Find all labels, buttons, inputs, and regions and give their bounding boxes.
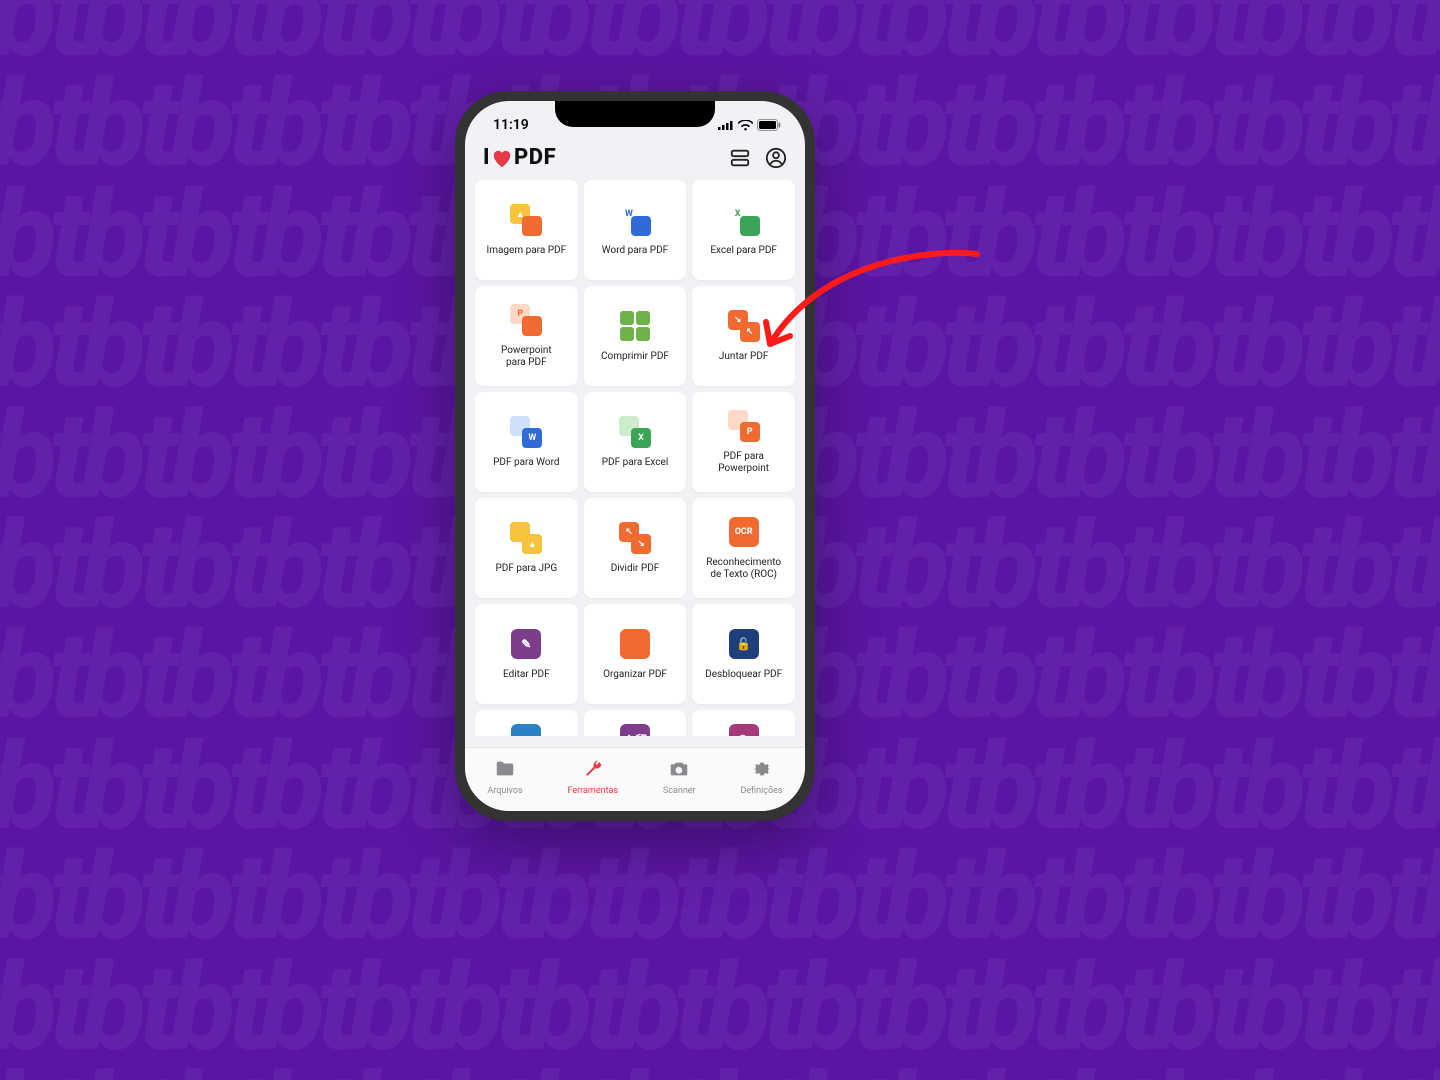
tile-label: Organizar PDF xyxy=(603,669,667,681)
status-time: 11:19 xyxy=(493,117,529,133)
ppt-to-pdf-icon: P xyxy=(509,303,543,337)
tile-label: PDF para Excel xyxy=(602,457,669,469)
tab-ferramentas[interactable]: Ferramentas xyxy=(567,758,618,796)
tab-label: Arquivos xyxy=(487,786,522,796)
tool-tile-pdf-to-word[interactable]: W PDF para Word xyxy=(475,392,578,492)
tile-label: Editar PDF xyxy=(503,669,550,681)
tab-bar: Arquivos Ferramentas Scanner Definições xyxy=(465,747,805,811)
wifi-icon xyxy=(738,120,753,131)
edit-pdf-icon: ✎ xyxy=(509,627,543,661)
profile-icon[interactable] xyxy=(765,147,787,169)
pdf-to-ppt-icon: P xyxy=(727,409,761,443)
tool-tile-ocr[interactable]: OCR Reconhecimento de Texto (ROC) xyxy=(692,498,795,598)
tool-tile-compress-pdf[interactable]: Comprimir PDF xyxy=(584,286,687,386)
image-to-pdf-icon: ▲ xyxy=(509,203,543,237)
phone-notch xyxy=(555,101,715,127)
tab-scanner[interactable]: Scanner xyxy=(663,758,696,796)
tool-tile-ppt-to-pdf[interactable]: P Powerpoint para PDF xyxy=(475,286,578,386)
wrench-icon xyxy=(582,758,604,784)
tool-tile-unlock-pdf[interactable]: 🔓 Desbloquear PDF xyxy=(692,604,795,704)
tool-tile-organize-pdf[interactable]: Organizar PDF xyxy=(584,604,687,704)
tool-tile-split-pdf[interactable]: ↖↘ Dividir PDF xyxy=(584,498,687,598)
tile-label: Comprimir PDF xyxy=(601,351,669,363)
tile-label: Desbloquear PDF xyxy=(705,669,782,681)
watermark-pdf-icon: �印 xyxy=(618,724,652,736)
tile-label: Dividir PDF xyxy=(611,563,660,575)
rotate-pdf-icon: ⟳ xyxy=(727,724,761,736)
header-actions xyxy=(729,147,787,169)
tools-grid-wrap[interactable]: ▲ Imagem para PDFW Word para PDFX Excel … xyxy=(465,180,805,736)
word-to-pdf-icon: W xyxy=(618,203,652,237)
battery-icon xyxy=(757,119,781,131)
status-icons xyxy=(718,119,781,131)
tool-tile-excel-to-pdf[interactable]: X Excel para PDF xyxy=(692,180,795,280)
tool-tile-watermark-pdf[interactable]: �印 xyxy=(584,710,687,736)
tile-label: PDF para Powerpoint xyxy=(718,451,769,475)
excel-to-pdf-icon: X xyxy=(727,203,761,237)
tool-tile-image-to-pdf[interactable]: ▲ Imagem para PDF xyxy=(475,180,578,280)
tab-label: Definições xyxy=(740,786,782,796)
tile-label: Imagem para PDF xyxy=(486,245,566,257)
phone-frame: 11:19 I PDF ▲ Imagem para PDF W xyxy=(455,91,815,821)
pdf-to-word-icon: W xyxy=(509,415,543,449)
tile-label: Reconhecimento de Texto (ROC) xyxy=(706,557,781,581)
ocr-icon: OCR xyxy=(727,515,761,549)
split-pdf-icon: ↖↘ xyxy=(618,521,652,555)
brand-prefix: I xyxy=(483,145,490,170)
tab-arquivos[interactable]: Arquivos xyxy=(487,758,522,796)
merge-pdf-icon: ↘↖ xyxy=(727,309,761,343)
pdf-to-excel-icon: X xyxy=(618,415,652,449)
tool-tile-sign-pdf[interactable]: ✒ xyxy=(475,710,578,736)
pdf-to-jpg-icon: ▲ xyxy=(509,521,543,555)
gear-icon xyxy=(751,758,773,784)
view-toggle-icon[interactable] xyxy=(729,147,751,169)
camera-icon xyxy=(668,758,690,784)
sign-pdf-icon: ✒ xyxy=(509,724,543,736)
tool-tile-pdf-to-ppt[interactable]: P PDF para Powerpoint xyxy=(692,392,795,492)
tile-label: PDF para JPG xyxy=(495,563,557,575)
tab-label: Scanner xyxy=(663,786,696,796)
tile-label: Juntar PDF xyxy=(719,351,769,363)
tool-tile-word-to-pdf[interactable]: W Word para PDF xyxy=(584,180,687,280)
tile-label: Excel para PDF xyxy=(710,245,777,257)
folder-icon xyxy=(494,758,516,784)
tool-tile-merge-pdf[interactable]: ↘↖ Juntar PDF xyxy=(692,286,795,386)
app-header: I PDF xyxy=(465,139,805,180)
tab-label: Ferramentas xyxy=(567,786,618,796)
heart-icon xyxy=(491,148,513,168)
organize-pdf-icon xyxy=(618,627,652,661)
brand-suffix: PDF xyxy=(514,145,556,170)
compress-pdf-icon xyxy=(618,309,652,343)
tile-label: Word para PDF xyxy=(602,245,668,257)
phone-screen: 11:19 I PDF ▲ Imagem para PDF W xyxy=(465,101,805,811)
tool-tile-rotate-pdf[interactable]: ⟳ xyxy=(692,710,795,736)
tile-label: PDF para Word xyxy=(493,457,559,469)
unlock-pdf-icon: 🔓 xyxy=(727,627,761,661)
tool-tile-edit-pdf[interactable]: ✎ Editar PDF xyxy=(475,604,578,704)
tools-grid: ▲ Imagem para PDFW Word para PDFX Excel … xyxy=(475,180,795,736)
brand-logo: I PDF xyxy=(483,145,556,170)
signal-icon xyxy=(718,120,734,130)
tool-tile-pdf-to-jpg[interactable]: ▲ PDF para JPG xyxy=(475,498,578,598)
tab-definições[interactable]: Definições xyxy=(740,758,782,796)
tile-label: Powerpoint para PDF xyxy=(501,345,552,369)
tool-tile-pdf-to-excel[interactable]: X PDF para Excel xyxy=(584,392,687,492)
